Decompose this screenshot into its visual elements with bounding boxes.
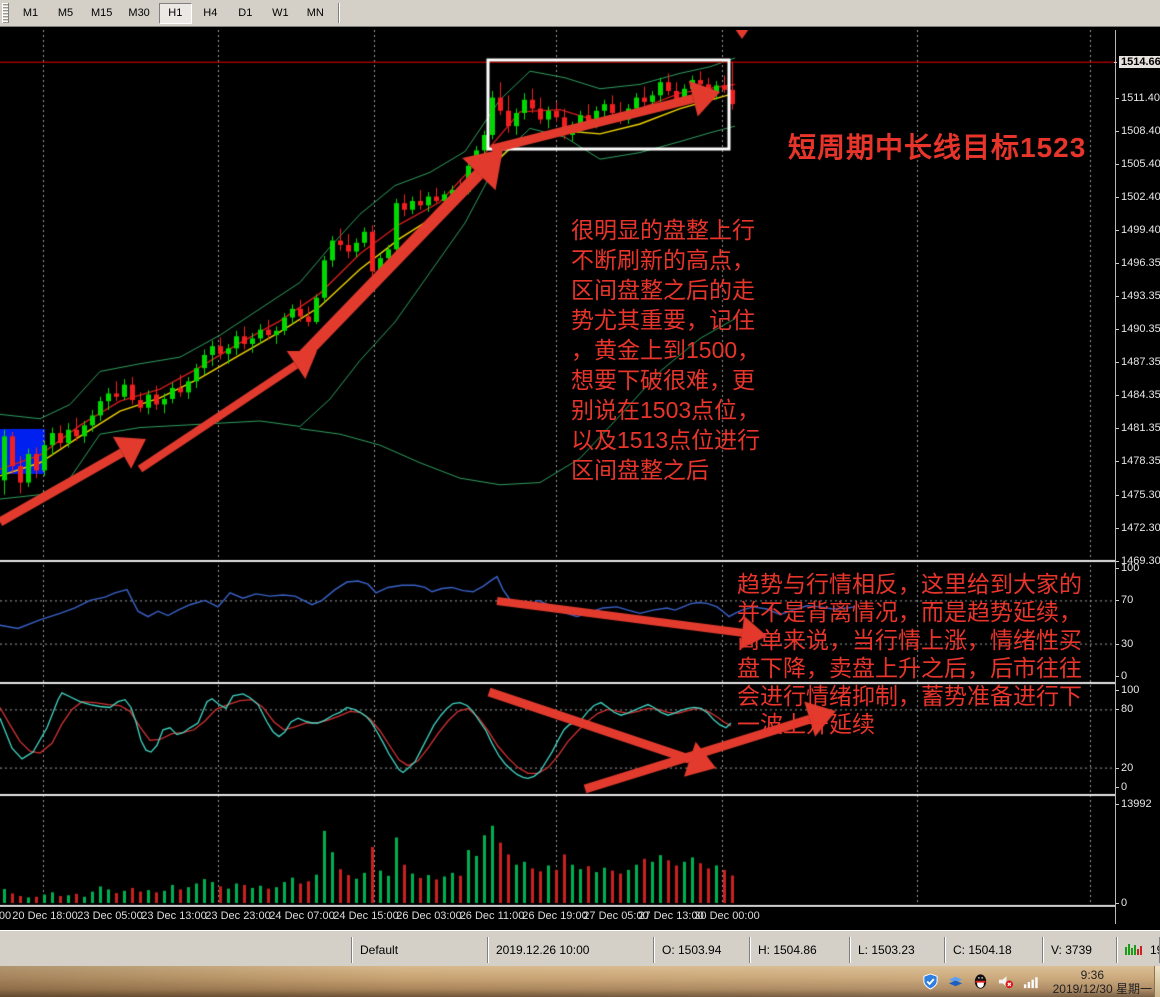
price-axis-label: 1502.40 [1116,190,1160,203]
toolbar-grip-handle[interactable] [2,3,9,23]
desktop-taskbar-strip: 9:36 2019/12/30 星期一 [0,966,1160,997]
status-empty-cell [0,936,352,963]
traffic-histogram-icon [1125,942,1145,958]
time-axis[interactable]: 00 20 Dec 18:00 23 Dec 05:00 23 Dec 13:00 23… [0,906,1115,924]
price-axis-label: 1508.40 [1116,124,1160,137]
status-bar: Default 2019.12.26 10:00 O: 1503.94 H: 1504… [0,930,1160,966]
chart-area[interactable]: 短周期中长线目标1523 很明显的盘整上行 不断刷新的高点， 区间盘整之后的走 … [0,30,1115,906]
current-price-label: 1514.66 [1114,55,1160,68]
status-cell: V: 3739 [1043,936,1117,963]
trend-annotation: 趋势与行情相反，这里给到大家的 并不是背离情况，而是趋势延续， 简单来说，当行情… [737,571,1082,737]
time-axis-label: 24 Dec 15:00 [333,910,399,922]
clock-time: 9:36 [1080,967,1104,982]
consolidation-annotation: 很明显的盘整上行 不断刷新的高点， 区间盘整之后的走 势尤其重要，记住 ，黄金上… [571,217,761,483]
status-cell: H: 1504.86 [750,936,850,963]
system-tray: 9:36 2019/12/30 星期一 [922,966,1152,997]
price-axis[interactable]: 1514.66 1511.40 1508.40 1505.40 1502.40 1499.… [1114,30,1160,924]
price-axis-label: 1496.35 [1116,257,1160,270]
timeframe-button-M30[interactable]: M30 [121,3,156,24]
time-axis-label: 23 Dec 23:00 [205,910,271,922]
time-axis-label: 24 Dec 07:00 [269,910,335,922]
price-axis-label: 1472.30 [1116,521,1160,534]
status-cell: Default [352,936,488,963]
price-axis-label: 70 [1115,594,1134,607]
price-axis-label: 0 [1115,670,1128,682]
timeframe-button-H1[interactable]: H1 [158,2,192,24]
price-axis-label: 1481.35 [1116,422,1160,435]
timeframe-button-M15[interactable]: M15 [84,3,119,24]
status-cell: C: 1504.18 [945,936,1043,963]
time-axis-label: 23 Dec 05:00 [77,910,143,922]
price-axis-label: 1475.30 [1116,488,1160,501]
time-axis-label: 23 Dec 13:00 [141,910,207,922]
status-cell: 2019.12.26 10:00 [488,936,654,963]
price-axis-label: 1511.40 [1116,91,1160,104]
traffic-label: 1987/3 kb [1150,942,1159,957]
status-cell: L: 1503.23 [850,936,945,963]
time-axis-label: 26 Dec 11:00 [459,910,525,922]
time-axis-label: 30 Dec 00:00 [694,910,760,922]
toolbar-separator [337,3,340,23]
muted-speaker-icon[interactable] [997,973,1015,991]
status-cell: O: 1503.94 [654,936,750,963]
timeframe-button-M5[interactable]: M5 [49,3,82,24]
connection-status-cell[interactable]: 1987/3 kb [1117,936,1160,963]
price-axis-label: 13992 [1116,798,1152,810]
price-axis-label: 100 [1115,684,1140,696]
price-axis-label: 100 [1115,562,1140,574]
price-axis-label: 1490.35 [1116,323,1160,336]
signal-bars-icon[interactable] [1022,973,1040,991]
time-axis-label: 20 Dec 18:00 [12,910,78,922]
target-annotation: 短周期中长线目标1523 [788,132,1087,163]
price-axis-label: 1493.35 [1116,290,1160,303]
show-desktop-button[interactable] [1154,966,1160,997]
price-axis-label: 0 [1115,897,1128,909]
timeframe-button-MN[interactable]: MN [299,3,332,24]
clock-date: 2019/12/30 星期一 [1052,981,1152,996]
price-axis-label: 1499.40 [1116,223,1160,236]
time-axis-label: 26 Dec 19:00 [522,910,588,922]
price-axis-label: 0 [1115,781,1128,793]
timeframe-toolbar: M1 M5 M15 M30 H1 H4 D1 W1 MN [0,0,1160,27]
timeframe-button-D1[interactable]: D1 [229,3,262,24]
price-axis-label: 80 [1115,703,1134,716]
timeframe-button-H4[interactable]: H4 [194,3,227,24]
timeframe-button-M1[interactable]: M1 [14,3,47,24]
taskbar-clock[interactable]: 9:36 2019/12/30 星期一 [1047,968,1152,996]
price-axis-label: 1484.35 [1116,389,1160,402]
price-axis-label: 1478.35 [1116,455,1160,468]
time-axis-label: 00 [0,910,12,922]
stacked-layers-icon[interactable] [947,973,965,991]
mt4-window: M1 M5 M15 M30 H1 H4 D1 W1 MN 短周期中长线目标1523 很明显的盘整… [0,0,1160,997]
time-axis-label: 26 Dec 03:00 [396,910,462,922]
price-axis-label: 20 [1115,761,1134,774]
price-axis-label: 1487.35 [1116,356,1160,369]
price-axis-label: 30 [1115,637,1134,650]
price-axis-label: 1505.40 [1116,157,1160,170]
qq-icon[interactable] [972,973,990,991]
security-shield-icon[interactable] [922,973,940,991]
timeframe-button-W1[interactable]: W1 [264,3,297,24]
timeframe-buttons: M1 M5 M15 M30 H1 H4 D1 W1 MN [13,2,333,24]
